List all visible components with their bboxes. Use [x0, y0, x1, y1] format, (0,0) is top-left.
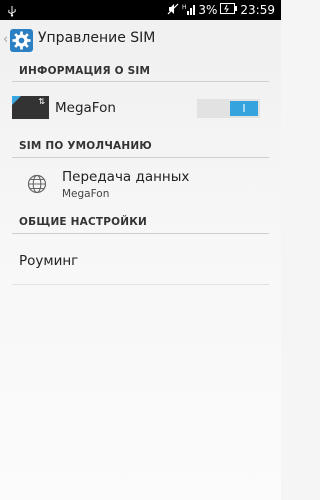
back-caret-icon[interactable]: ‹ — [3, 31, 9, 49]
section-header-general: ОБЩИЕ НАСТРОЙКИ — [19, 216, 148, 228]
mute-icon — [167, 3, 179, 18]
roaming-label: Роуминг — [19, 253, 79, 269]
signal-icon: H — [182, 3, 196, 18]
usb-icon — [6, 2, 18, 21]
sim-toggle-switch[interactable]: I — [197, 99, 260, 118]
list-divider — [12, 284, 269, 285]
svg-text:H: H — [182, 4, 187, 11]
section-header-sim-info: ИНФОРМАЦИЯ О SIM — [19, 65, 151, 77]
data-transfer-title: Передача данных — [62, 169, 190, 185]
settings-gear-icon[interactable] — [10, 29, 33, 52]
section-divider — [12, 81, 269, 82]
section-divider — [12, 233, 269, 234]
status-bar: H 3% 23:59 — [0, 0, 281, 20]
settings-list — [0, 60, 281, 500]
roaming-row[interactable]: Роуминг — [0, 246, 281, 278]
globe-icon — [27, 174, 47, 198]
page-title: Управление SIM — [38, 30, 156, 46]
battery-percent: 3% — [198, 3, 218, 17]
battery-icon — [220, 3, 238, 17]
section-divider — [12, 157, 269, 158]
clock: 23:59 — [240, 3, 275, 17]
sim-card-icon: ⇅ — [12, 96, 49, 119]
data-transfer-sim: MegaFon — [62, 188, 110, 200]
toggle-state-label: I — [242, 102, 246, 115]
data-transfer-row[interactable]: Передача данных MegaFon — [0, 163, 281, 203]
toggle-knob: I — [230, 101, 258, 116]
section-header-sim-default: SIM ПО УМОЛЧАНИЮ — [19, 140, 152, 152]
sim-name: MegaFon — [55, 100, 116, 116]
action-bar: ‹ Управление SIM — [0, 20, 281, 60]
